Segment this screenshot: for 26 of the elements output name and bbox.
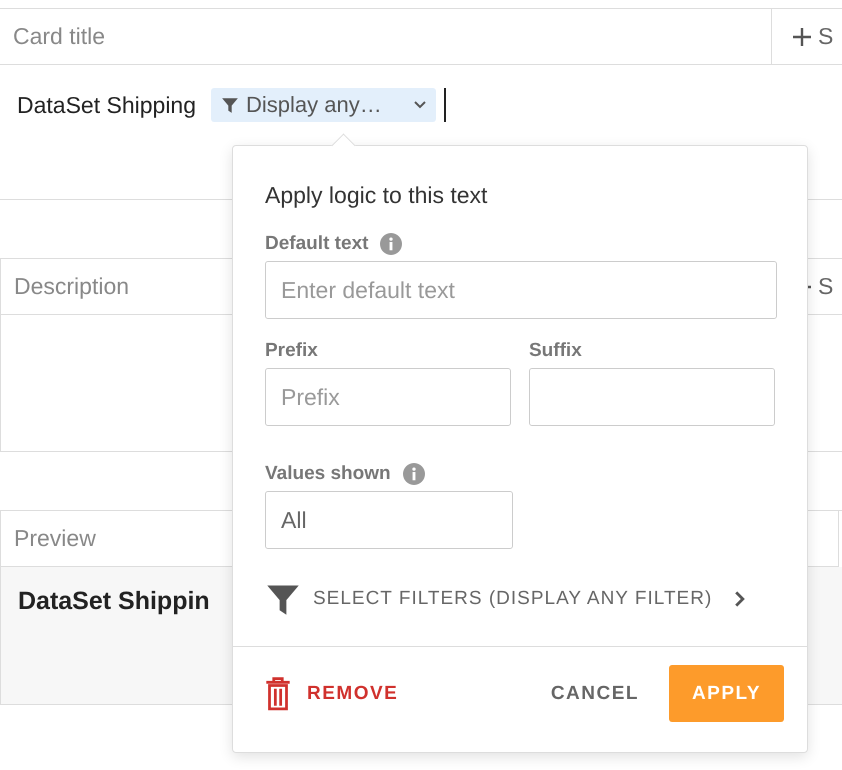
filter-token[interactable]: Display any… <box>211 88 436 122</box>
text-cursor <box>444 88 446 122</box>
info-icon[interactable] <box>402 463 425 485</box>
chevron-down-icon <box>414 101 426 109</box>
plus-icon <box>792 26 812 46</box>
section-label: Card title <box>12 22 106 51</box>
field-label: Suffix <box>529 340 582 362</box>
input-field[interactable]: Prefix <box>265 368 511 426</box>
input-field[interactable]: Enter default text <box>265 261 777 319</box>
field-label: Values shown <box>265 463 391 485</box>
section-label: Description <box>13 272 130 301</box>
input-field[interactable] <box>529 368 775 426</box>
funnel-icon <box>221 96 240 114</box>
cancel-button[interactable]: CANCEL <box>544 682 645 706</box>
preview-title: DataSet Shippin <box>18 587 210 615</box>
popover-title: Apply logic to this text <box>265 182 488 210</box>
info-icon[interactable] <box>380 233 402 255</box>
select-filters-link[interactable]: SELECT FILTERS (DISPLAY ANY FILTER) <box>265 579 775 619</box>
section-label: Preview <box>13 524 96 553</box>
chevron-right-icon <box>734 590 746 608</box>
title-text: DataSet Shipping <box>17 91 196 120</box>
field-label: Prefix <box>265 340 318 362</box>
remove-button[interactable]: REMOVE <box>265 676 398 710</box>
input-field[interactable]: All <box>265 491 513 549</box>
field-label: Default text <box>265 233 368 255</box>
trash-icon <box>265 676 291 710</box>
